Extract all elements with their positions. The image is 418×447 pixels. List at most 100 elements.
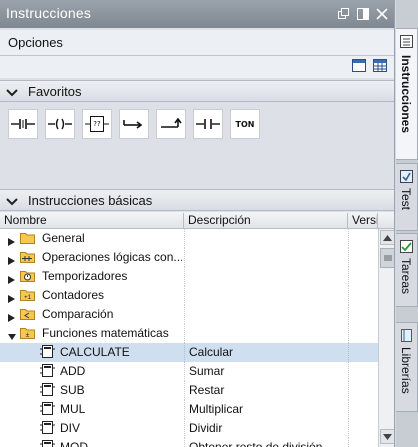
basic-instructions-label: Instrucciones básicas [28, 193, 153, 208]
instruction-block-icon [40, 421, 55, 435]
instruction-block-icon [40, 440, 55, 447]
expand-arrow-icon[interactable] [8, 273, 15, 284]
chevron-down-icon[interactable] [6, 196, 18, 206]
cell-name: CALCULATE [0, 343, 184, 362]
cell-version [348, 343, 378, 362]
tab-librerias[interactable]: Librerías [396, 322, 418, 412]
svg-text:+1: +1 [24, 295, 32, 301]
tab-label: Instrucciones [399, 55, 413, 134]
favorites-bar: ?? TON [0, 103, 394, 189]
cell-version [348, 419, 378, 438]
close-icon[interactable] [375, 7, 389, 21]
vertical-scrollbar[interactable] [378, 229, 394, 447]
expand-arrow-icon[interactable] [8, 235, 15, 246]
ton-label: TON [235, 119, 255, 129]
tree-folder-row[interactable]: Comparación [0, 305, 378, 324]
cell-version [348, 438, 378, 447]
column-header-version[interactable]: Versi [348, 213, 378, 229]
tree-folder-row[interactable]: Operaciones lógicas con... [0, 248, 378, 267]
favorites-label: Favoritos [28, 84, 82, 99]
libraries-tab-icon [400, 329, 413, 342]
compare-folder-icon [20, 307, 35, 321]
cell-description: Restar [184, 381, 348, 400]
single-pane-icon[interactable] [352, 59, 367, 73]
timer-folder-icon [20, 269, 35, 283]
column-header-description[interactable]: Descripción [184, 213, 348, 229]
tab-tareas[interactable]: Tareas [396, 233, 418, 307]
math-folder-icon: ± [20, 326, 35, 340]
tree-folder-row[interactable]: ± Funciones matemáticas [0, 324, 378, 343]
scroll-up-icon[interactable] [380, 230, 394, 245]
row-label: Operaciones lógicas con... [42, 250, 182, 264]
expand-arrow-icon[interactable] [8, 292, 15, 303]
cell-description: Calcular [184, 343, 348, 362]
tree-folder-row[interactable]: Temporizadores [0, 267, 378, 286]
collapse-arrow-icon[interactable] [8, 330, 16, 340]
open-branch-icon[interactable] [119, 109, 149, 139]
cell-version [348, 305, 378, 324]
cell-name: General [0, 229, 184, 248]
cell-description: Obtener resto de división [184, 438, 348, 447]
row-label: ADD [60, 364, 86, 378]
panel-titlebar: Instrucciones [0, 0, 394, 28]
table-row[interactable]: MUL Multiplicar [0, 400, 378, 419]
folder-icon [20, 231, 35, 245]
row-label: Funciones matemáticas [42, 326, 169, 340]
cell-name: MOD [0, 438, 184, 447]
cell-name: MUL [0, 400, 184, 419]
row-label: SUB [60, 383, 85, 397]
empty-box-icon[interactable]: ?? [82, 109, 112, 139]
cell-description [184, 248, 348, 267]
test-tab-icon [400, 170, 413, 183]
normally-open-contact-icon[interactable] [8, 109, 38, 139]
cell-version [348, 324, 378, 343]
cell-name: ADD [0, 362, 184, 381]
row-label: Temporizadores [42, 269, 128, 283]
tree-folder-row[interactable]: General [0, 229, 378, 248]
row-label: MOD [60, 440, 88, 447]
instruction-block-icon [40, 345, 55, 359]
tab-label: Test [399, 188, 413, 211]
negated-contact-icon[interactable] [193, 109, 223, 139]
chevron-down-icon[interactable] [6, 87, 18, 97]
cell-version [348, 248, 378, 267]
table-row[interactable]: MOD Obtener resto de división [0, 438, 378, 447]
cell-name: DIV [0, 419, 184, 438]
cell-version [348, 286, 378, 305]
cell-name: ± Funciones matemáticas [0, 324, 184, 343]
table-row[interactable]: DIV Dividir [0, 419, 378, 438]
row-label: Contadores [42, 288, 105, 302]
basic-instructions-header[interactable]: Instrucciones básicas [0, 189, 394, 211]
expand-arrow-icon[interactable] [8, 311, 15, 322]
tree-folder-row[interactable]: +1 Contadores [0, 286, 378, 305]
table-row[interactable]: CALCULATE Calcular [0, 343, 378, 362]
options-header[interactable]: Opciones [0, 30, 394, 56]
tab-test[interactable]: Test [396, 163, 418, 231]
table-body: General Operaciones lógicas con... Tempori… [0, 229, 378, 447]
scroll-down-icon[interactable] [380, 429, 394, 444]
column-header-name[interactable]: Nombre [0, 213, 184, 229]
favorites-header[interactable]: Favoritos [0, 80, 394, 102]
ton-timer-icon[interactable]: TON [230, 109, 260, 139]
row-label: General [42, 231, 85, 245]
bit-logic-folder-icon [20, 250, 35, 264]
table-row[interactable]: ADD Sumar [0, 362, 378, 381]
row-label: Comparación [42, 307, 114, 321]
close-branch-icon[interactable] [156, 109, 186, 139]
split-icon[interactable] [356, 7, 370, 21]
scroll-thumb[interactable] [380, 248, 394, 268]
cell-version [348, 229, 378, 248]
expand-arrow-icon[interactable] [8, 254, 15, 265]
row-label: MUL [60, 402, 86, 416]
empty-box-text: ?? [93, 120, 101, 128]
table-row[interactable]: SUB Restar [0, 381, 378, 400]
tab-instrucciones[interactable]: Instrucciones [396, 28, 418, 160]
float-icon[interactable] [337, 7, 351, 21]
instruction-block-icon [40, 364, 55, 378]
tab-label: Librerías [399, 347, 413, 394]
output-coil-icon[interactable] [45, 109, 75, 139]
instructions-tree-table: Nombre Descripción Versi General Operacio… [0, 212, 394, 447]
table-view-icon[interactable] [373, 59, 388, 73]
instructions-tab-icon [400, 35, 413, 48]
cell-version [348, 381, 378, 400]
